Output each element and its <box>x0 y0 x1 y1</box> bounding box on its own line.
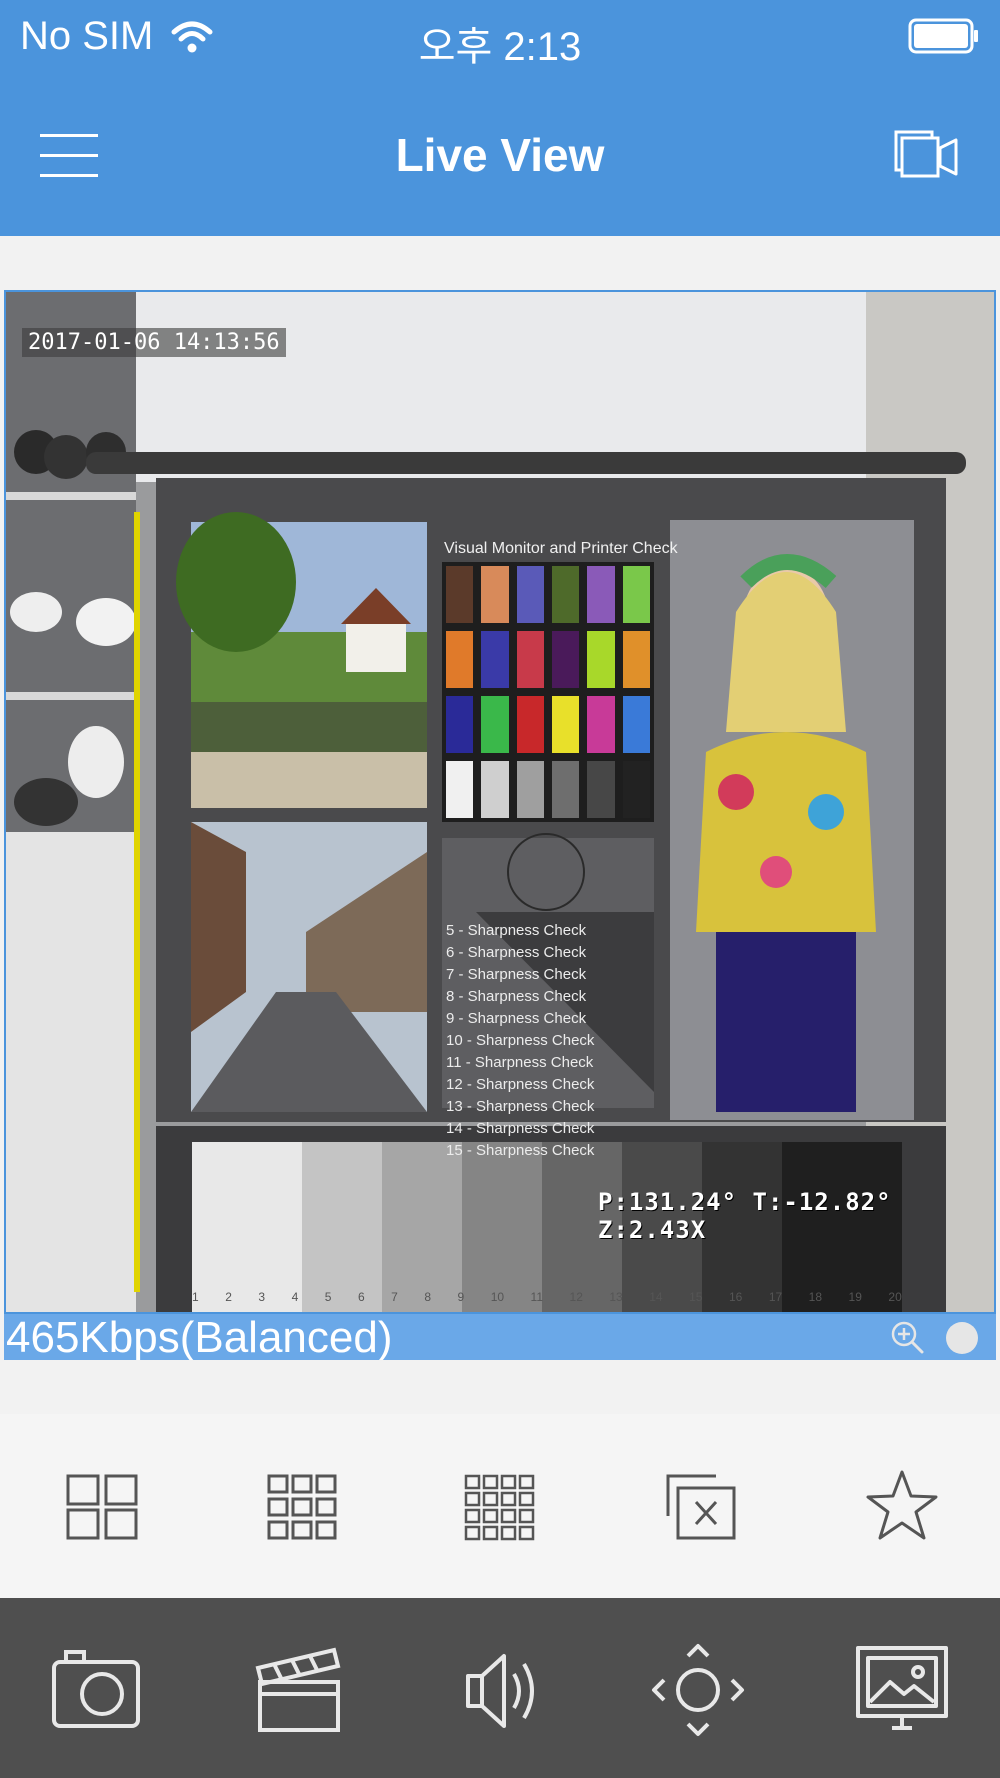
grey-scale-number: 4 <box>291 1290 299 1304</box>
status-time: 오후 2:13 <box>418 25 582 69</box>
sharpness-item: 11 - Sharpness Check <box>446 1054 594 1071</box>
ptz-control-icon[interactable] <box>648 1640 748 1740</box>
sharpness-item: 14 - Sharpness Check <box>446 1120 595 1137</box>
nav-bar: Live View <box>0 80 1000 236</box>
grey-scale-number: 3 <box>258 1290 266 1304</box>
bottom-toolbar <box>0 1598 1000 1778</box>
color-patch <box>622 566 650 623</box>
grey-scale-number: 5 <box>324 1290 332 1304</box>
sharpness-item: 9 - Sharpness Check <box>446 1010 587 1027</box>
grey-scale-number: 15 <box>689 1290 703 1304</box>
color-patch <box>587 761 615 818</box>
zoom-in-icon[interactable] <box>890 1320 924 1354</box>
color-patch <box>622 761 650 818</box>
color-patch <box>516 761 544 818</box>
grey-scale-number: 12 <box>569 1290 583 1304</box>
color-patch <box>622 696 650 753</box>
record-clapper-icon[interactable] <box>248 1640 348 1740</box>
color-patch <box>587 566 615 623</box>
grey-scale-number: 17 <box>768 1290 783 1304</box>
color-patch <box>446 761 474 818</box>
color-patch <box>516 566 544 623</box>
grey-scale-number: 13 <box>609 1290 623 1304</box>
color-patch <box>552 761 580 818</box>
color-patch <box>516 631 544 688</box>
ptz-readout: P:131.24° T:-12.82° Z:2.43X <box>598 1188 892 1244</box>
grey-scale-number: 20 <box>888 1290 902 1304</box>
close-all-icon[interactable] <box>660 1466 740 1546</box>
color-patch <box>552 631 580 688</box>
color-patch <box>622 631 650 688</box>
grey-scale-number: 14 <box>649 1290 663 1304</box>
grey-scale-number: 18 <box>808 1290 823 1304</box>
color-patch <box>481 761 509 818</box>
sharpness-item: 6 - Sharpness Check <box>446 944 587 961</box>
layout-bar <box>0 1414 1000 1598</box>
color-patch <box>446 566 474 623</box>
spacer <box>0 1360 1000 1414</box>
live-video-view[interactable]: 2017-01-06 14:13:56 Visual Monitor and P… <box>4 290 996 1314</box>
sharpness-item: 8 - Sharpness Check <box>446 988 587 1005</box>
image-adjust-icon[interactable] <box>852 1640 952 1740</box>
chart-heading: Visual Monitor and Printer Check <box>444 540 678 557</box>
grey-scale-number: 1 <box>192 1290 199 1304</box>
color-patch <box>552 696 580 753</box>
snapshot-camera-icon[interactable] <box>46 1640 146 1740</box>
grey-scale-number: 9 <box>457 1290 465 1304</box>
status-bar: No SIM 오후 2:13 <box>0 0 1000 80</box>
spacer <box>0 236 1000 290</box>
grey-scale-number: 7 <box>391 1290 398 1304</box>
color-patch <box>481 566 509 623</box>
sharpness-item: 15 - Sharpness Check <box>446 1142 595 1159</box>
color-patch <box>446 631 474 688</box>
bitrate-label: 465Kbps(Balanced) <box>6 1313 393 1362</box>
battery-icon <box>908 18 978 54</box>
sharpness-item: 7 - Sharpness Check <box>446 966 587 983</box>
grey-scale-number: 11 <box>530 1290 544 1304</box>
camera-switch-icon[interactable] <box>894 126 960 184</box>
color-patch <box>516 696 544 753</box>
layout-4-split-icon[interactable] <box>62 1466 142 1546</box>
grey-scale-numbers: 1 2 3 4 5 6 7 8 9 10 11 12 13 14 15 16 1… <box>192 1290 902 1304</box>
sharpness-item: 10 - Sharpness Check <box>446 1032 595 1049</box>
grey-scale-number: 6 <box>357 1290 365 1304</box>
grey-scale-number: 8 <box>424 1290 431 1304</box>
video-timestamp: 2017-01-06 14:13:56 <box>22 328 286 357</box>
layout-16-split-icon[interactable] <box>460 1466 540 1546</box>
audio-speaker-icon[interactable] <box>452 1640 552 1740</box>
recording-status-dot[interactable] <box>946 1322 978 1354</box>
page-title: Live View <box>395 129 605 181</box>
grey-scale-number: 10 <box>490 1290 505 1304</box>
grey-scale-number: 16 <box>728 1290 743 1304</box>
color-patch <box>481 696 509 753</box>
sharpness-list: 5 - Sharpness Check 6 - Sharpness Check … <box>446 920 594 1162</box>
color-patch <box>446 696 474 753</box>
layout-9-split-icon[interactable] <box>262 1466 342 1546</box>
color-checker <box>446 566 650 818</box>
stream-info-bar: 465Kbps(Balanced) <box>4 1313 996 1362</box>
color-patch <box>587 696 615 753</box>
sharpness-item: 13 - Sharpness Check <box>446 1098 595 1115</box>
sharpness-item: 12 - Sharpness Check <box>446 1076 595 1093</box>
grey-scale-number: 2 <box>225 1290 232 1304</box>
favorite-star-icon[interactable] <box>862 1466 942 1546</box>
grey-scale-number: 19 <box>848 1290 862 1304</box>
sharpness-item: 5 - Sharpness Check <box>446 922 587 939</box>
color-patch <box>481 631 509 688</box>
color-patch <box>587 631 615 688</box>
color-patch <box>552 566 580 623</box>
